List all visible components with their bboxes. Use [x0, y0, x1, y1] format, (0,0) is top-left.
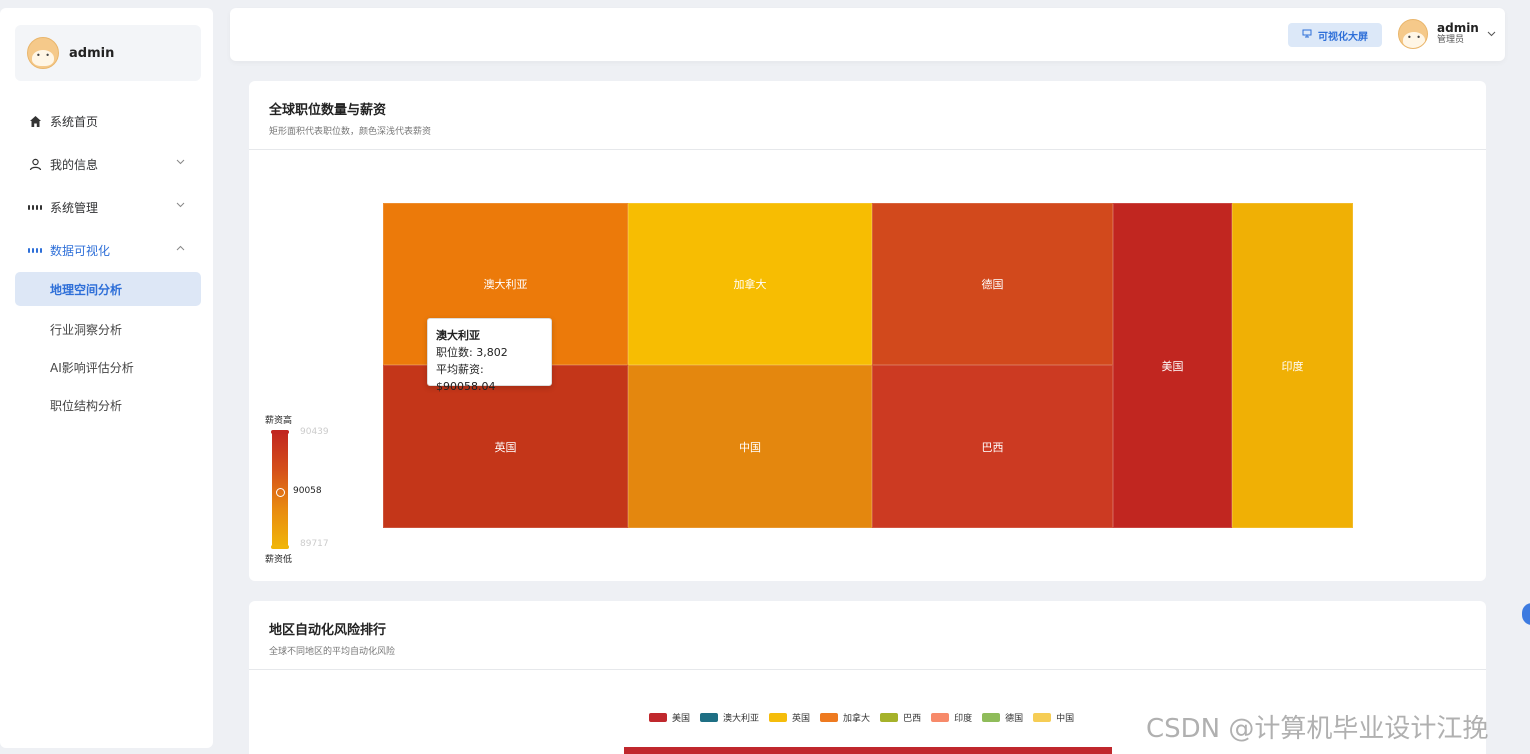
- legend-swatch: [700, 713, 719, 722]
- sidebar-user-card[interactable]: admin: [15, 25, 201, 81]
- treemap-tile-label: 德国: [981, 278, 1004, 291]
- card-subtitle: 全球不同地区的平均自动化风险: [269, 647, 396, 657]
- grid-icon: [28, 201, 42, 215]
- dashboard-screen-button[interactable]: 可视化大屏: [1288, 23, 1382, 47]
- legend-label: 巴西: [903, 714, 922, 724]
- legend-label: 澳大利亚: [723, 714, 760, 724]
- chart-tooltip: 澳大利亚 职位数: 3,802 平均薪资: $90058.04: [427, 318, 552, 393]
- sidebar-item-label: 系统管理: [50, 201, 99, 215]
- treemap-tile[interactable]: 德国: [872, 203, 1113, 365]
- legend-item[interactable]: 美国: [649, 711, 690, 724]
- home-icon: [28, 115, 42, 129]
- sidebar-user-name: admin: [69, 45, 115, 61]
- top-header: 可视化大屏 admin 管理员: [230, 8, 1505, 61]
- chevron-down-icon: [1487, 29, 1496, 40]
- avatar: [27, 37, 59, 69]
- sidebar-subitem-ai-impact[interactable]: AI影响评估分析: [15, 348, 201, 386]
- legend-swatch: [931, 713, 950, 722]
- sidebar-item-profile[interactable]: 我的信息: [0, 143, 213, 186]
- visual-map-handle[interactable]: [276, 488, 285, 497]
- sidebar-subitem-job-structure[interactable]: 职位结构分析: [15, 386, 201, 424]
- legend-item[interactable]: 巴西: [880, 711, 921, 724]
- treemap-tile-label: 印度: [1281, 359, 1304, 373]
- sidebar-item-label: 数据可视化: [50, 244, 111, 258]
- legend-label: 德国: [1005, 714, 1024, 724]
- treemap-tile-label: 美国: [1161, 359, 1184, 373]
- sidebar-item-system[interactable]: 系统管理: [0, 186, 213, 229]
- legend-swatch: [880, 713, 899, 722]
- chevron-up-icon: [176, 241, 185, 254]
- monitor-icon: [1302, 29, 1312, 41]
- legend-label: 英国: [792, 714, 811, 724]
- tooltip-salary: 平均薪资: $90058.04: [436, 363, 496, 393]
- watermark: CSDN @计算机毕业设计江挽: [1146, 714, 1489, 744]
- sidebar-subitem-industry[interactable]: 行业洞察分析: [15, 310, 201, 348]
- sidebar-item-home[interactable]: 系统首页: [0, 100, 213, 143]
- sidebar-subitem-geo[interactable]: 地理空间分析: [15, 272, 201, 306]
- legend-item[interactable]: 加拿大: [820, 711, 870, 724]
- header-user-role: 管理员: [1437, 35, 1465, 45]
- visual-map-low-label: 薪资低: [265, 555, 293, 565]
- floating-button[interactable]: [1522, 603, 1530, 625]
- treemap-tile[interactable]: 印度: [1232, 203, 1353, 528]
- visual-map[interactable]: 薪资高 90439 90058 89717 薪资低: [263, 411, 343, 571]
- legend-item[interactable]: 英国: [769, 711, 810, 724]
- treemap-tile-label: 加拿大: [733, 278, 767, 291]
- treemap-tile-label: 巴西: [981, 440, 1004, 454]
- legend-item[interactable]: 印度: [931, 711, 972, 724]
- dashboard-screen-label: 可视化大屏: [1318, 31, 1368, 43]
- treemap-tile-label: 中国: [739, 440, 761, 454]
- treemap-tile-label: 英国: [494, 440, 517, 454]
- legend-swatch: [769, 713, 788, 722]
- visual-map-max: 90439: [300, 427, 329, 437]
- chart-bar: [624, 747, 1112, 754]
- card-header: 地区自动化风险排行 全球不同地区的平均自动化风险: [249, 601, 1486, 670]
- sidebar-item-visualization[interactable]: 数据可视化: [0, 229, 213, 272]
- sidebar: admin 系统首页 我的信息 系统管理 数据可视化: [0, 8, 213, 748]
- visual-map-current: 90058: [293, 486, 322, 496]
- card-header: 全球职位数量与薪资 矩形面积代表职位数，颜色深浅代表薪资: [249, 81, 1486, 150]
- visual-map-high-label: 薪资高: [265, 416, 293, 426]
- legend-item[interactable]: 德国: [982, 711, 1023, 724]
- legend-swatch: [649, 713, 667, 722]
- treemap-tile[interactable]: 巴西: [872, 365, 1113, 528]
- chart-legend: 美国 澳大利亚 英国 加拿大 巴西 印度 德国 中国: [649, 711, 1074, 724]
- sidebar-menu: 系统首页 我的信息 系统管理 数据可视化 地理空间分析 行业洞察分析 AI影响评…: [0, 100, 213, 424]
- avatar: [1398, 19, 1428, 49]
- card-title: 全球职位数量与薪资: [269, 103, 387, 118]
- header-user-menu[interactable]: admin 管理员: [1398, 19, 1496, 49]
- sidebar-item-label: 系统首页: [50, 115, 99, 129]
- legend-label: 加拿大: [843, 714, 871, 724]
- treemap-tile-label: 澳大利亚: [483, 278, 528, 291]
- legend-label: 印度: [954, 714, 973, 724]
- treemap-tile[interactable]: 加拿大: [628, 203, 872, 365]
- legend-item[interactable]: 澳大利亚: [700, 711, 759, 724]
- tooltip-jobs: 职位数: 3,802: [436, 346, 508, 359]
- treemap-tile[interactable]: 中国: [628, 365, 872, 528]
- user-icon: [28, 158, 42, 172]
- visual-map-min: 89717: [300, 539, 329, 549]
- legend-swatch: [820, 713, 839, 722]
- sidebar-item-label: 我的信息: [50, 158, 99, 172]
- treemap-tile[interactable]: 美国: [1113, 203, 1232, 528]
- legend-swatch: [1033, 713, 1052, 722]
- legend-label: 中国: [1056, 714, 1075, 724]
- header-user-name: admin: [1437, 21, 1479, 35]
- grid-icon: [28, 244, 42, 258]
- tooltip-title: 澳大利亚: [436, 329, 480, 342]
- card-subtitle: 矩形面积代表职位数，颜色深浅代表薪资: [269, 127, 432, 137]
- chevron-down-icon: [176, 198, 185, 211]
- treemap-card: 全球职位数量与薪资 矩形面积代表职位数，颜色深浅代表薪资 澳大利亚 加拿大 德国英国…: [249, 81, 1486, 581]
- card-title: 地区自动化风险排行: [269, 623, 387, 638]
- chevron-down-icon: [176, 155, 185, 168]
- legend-label: 美国: [672, 714, 691, 724]
- legend-swatch: [982, 713, 1001, 722]
- legend-item[interactable]: 中国: [1033, 711, 1074, 724]
